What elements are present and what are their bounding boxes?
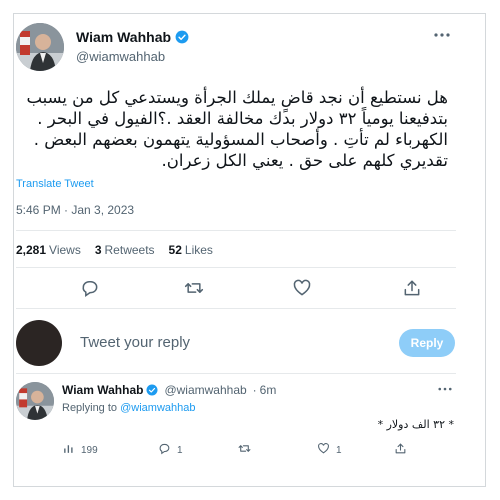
share-icon <box>394 442 407 458</box>
reply-icon[interactable] <box>80 278 100 298</box>
divider <box>16 267 456 268</box>
retweets-count: 3 <box>94 243 102 257</box>
reply-actions: 199 1 1 <box>62 442 442 460</box>
likes-stat[interactable]: 52 Likes <box>169 243 213 257</box>
reply-input[interactable]: Tweet your reply <box>80 334 190 351</box>
views-icon <box>62 442 75 458</box>
views-action[interactable]: 199 <box>62 442 98 458</box>
tweet-text: هل نستطيع أن نجد قاضٍ يملك الجرأة ويستدع… <box>26 88 448 170</box>
more-horizontal-icon[interactable] <box>436 382 454 396</box>
divider <box>16 373 456 374</box>
like-icon <box>317 442 330 458</box>
reply-author-name[interactable]: Wiam Wahhab <box>62 383 143 397</box>
like-action[interactable]: 1 <box>317 442 342 458</box>
reply-action[interactable]: 1 <box>158 442 183 458</box>
reply-likes-count: 1 <box>336 444 342 456</box>
reply-age[interactable]: 6m <box>260 383 277 397</box>
retweets-label: Retweets <box>104 243 155 257</box>
reply-views-count: 199 <box>81 444 98 456</box>
reply-text: * ٣٢ الف دولار * <box>377 418 454 431</box>
reply-author-line: Wiam Wahhab @wiamwahhab · 6m <box>62 383 276 397</box>
retweet-icon <box>238 442 251 458</box>
replying-prefix: Replying to <box>62 402 118 414</box>
replying-to-handle[interactable]: @wiamwahhab <box>120 402 195 414</box>
reply-button[interactable]: Reply <box>399 329 455 357</box>
author-name-text[interactable]: Wiam Wahhab <box>76 29 171 45</box>
tweet-timestamp[interactable]: 5:46 PM · Jan 3, 2023 <box>16 203 134 217</box>
translate-tweet-link[interactable]: Translate Tweet <box>16 178 94 190</box>
reply-replies-count: 1 <box>177 444 183 456</box>
divider <box>16 230 456 231</box>
retweets-stat[interactable]: 3 Retweets <box>95 243 155 257</box>
like-icon[interactable] <box>292 278 312 298</box>
reply-author-handle[interactable]: @wiamwahhab <box>164 383 246 397</box>
more-horizontal-icon[interactable] <box>432 27 452 43</box>
dot-separator: · <box>252 383 257 397</box>
tweet-actions <box>16 278 456 300</box>
tweet-stats: 2,281 Views 3 Retweets 52 Likes <box>16 243 213 257</box>
likes-count: 52 <box>168 243 182 257</box>
user-avatar[interactable] <box>16 320 62 366</box>
share-icon[interactable] <box>402 278 422 298</box>
likes-label: Likes <box>184 243 213 257</box>
divider <box>16 308 456 309</box>
reply-icon <box>158 442 171 458</box>
views-label: Views <box>49 243 81 257</box>
author-handle[interactable]: @wiamwahhab <box>76 49 165 64</box>
reply-tweet: Wiam Wahhab @wiamwahhab · 6m Replying to… <box>16 380 456 480</box>
reply-author-avatar[interactable] <box>16 382 54 420</box>
tweet-header: Wiam Wahhab @wiamwahhab <box>16 23 456 73</box>
verified-badge-icon <box>146 384 158 396</box>
replying-to: Replying to @wiamwahhab <box>62 402 195 414</box>
share-action[interactable] <box>394 442 407 458</box>
author-name[interactable]: Wiam Wahhab <box>76 29 189 45</box>
retweet-action[interactable] <box>238 442 251 458</box>
views-stat[interactable]: 2,281 Views <box>16 243 81 257</box>
author-avatar[interactable] <box>16 23 64 71</box>
verified-badge-icon <box>175 30 189 44</box>
retweet-icon[interactable] <box>184 278 204 298</box>
reply-composer: Tweet your reply Reply <box>16 318 456 368</box>
views-count: 2,281 <box>16 243 47 257</box>
